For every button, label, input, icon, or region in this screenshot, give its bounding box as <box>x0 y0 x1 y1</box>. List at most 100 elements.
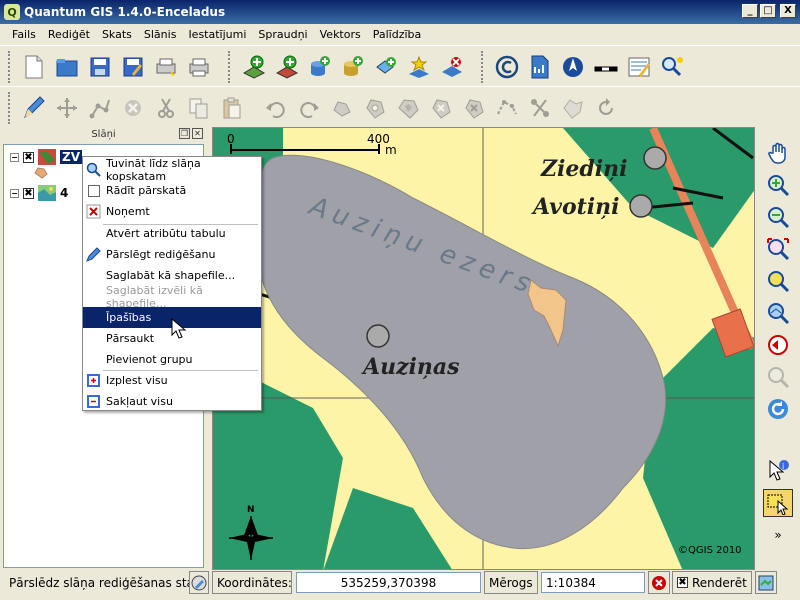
toolbar-grip[interactable] <box>8 50 12 83</box>
map-label-avotini: Avotiņi <box>531 194 620 220</box>
merge-features-icon <box>558 93 588 123</box>
layer-name[interactable]: ZV <box>60 150 82 164</box>
dock-close-icon[interactable]: ✕ <box>192 128 203 139</box>
close-button[interactable]: X <box>780 4 796 18</box>
menu-plugins[interactable]: Spraudņi <box>252 28 313 41</box>
menu-item-collapse-all[interactable]: Sakļaut visu <box>83 391 261 412</box>
status-message: Pārslēdz slāņa rediģēšanas stat <box>9 576 199 590</box>
menu-item-remove[interactable]: Noņemt <box>83 201 261 222</box>
zoom-last-icon[interactable] <box>763 331 793 359</box>
zoom-out-icon[interactable] <box>763 203 793 231</box>
add-wms-layer-icon[interactable] <box>371 52 401 82</box>
menu-help[interactable]: Palīdzība <box>367 28 428 41</box>
stop-render-icon[interactable] <box>648 571 670 594</box>
menu-vector[interactable]: Vektors <box>314 28 367 41</box>
menu-item-add-group[interactable]: Pievienot grupu <box>83 349 261 370</box>
copy-features-icon <box>184 93 214 123</box>
open-project-icon[interactable] <box>52 52 82 82</box>
add-raster-layer-icon[interactable] <box>239 52 269 82</box>
print-icon[interactable] <box>184 52 214 82</box>
map-render[interactable]: 0 400 m Ziediņi Avotiņi Auziņu ezers Auz… <box>213 128 755 570</box>
copyright-label-icon[interactable] <box>492 52 522 82</box>
menu-item-expand-all[interactable]: Izplest visu <box>83 370 261 391</box>
node-tool-icon <box>85 93 115 123</box>
collapse-icon[interactable]: − <box>10 152 19 162</box>
save-project-icon[interactable] <box>85 52 115 82</box>
zoom-to-selection-icon[interactable] <box>763 267 793 295</box>
menu-item-zoom-to-layer[interactable]: Tuvināt līdz slāņa kopskatam <box>83 156 261 183</box>
toolbar-grip[interactable] <box>8 91 12 124</box>
menu-settings[interactable]: Iestatījumi <box>182 28 252 41</box>
scalebar-unit-label: m <box>385 143 397 157</box>
add-postgis-layer-icon[interactable] <box>305 52 335 82</box>
remove-icon <box>86 204 101 219</box>
menu-item-toggle-editing[interactable]: Pārslēgt rediģēšanu <box>83 244 261 265</box>
scale-field[interactable]: 1:10384 <box>541 572 645 593</box>
menu-item-label: Noņemt <box>106 205 150 218</box>
coordinates-field[interactable]: 535259,370398 <box>296 572 481 593</box>
reshape-features-icon <box>492 93 522 123</box>
refresh-icon[interactable] <box>763 395 793 423</box>
toolbar-grip[interactable] <box>228 50 232 83</box>
layer-item-4[interactable]: − ✖ 4 <box>10 185 68 201</box>
menu-file[interactable]: Fails <box>6 28 42 41</box>
menu-item-open-attribute-table[interactable]: Atvērt atribūtu tabulu <box>83 223 261 244</box>
add-spatialite-layer-icon[interactable] <box>338 52 368 82</box>
menu-item-label: Tuvināt līdz slāņa kopskatam <box>106 156 201 183</box>
layer-name[interactable]: 4 <box>60 186 68 200</box>
toggle-editing-icon[interactable] <box>19 93 49 123</box>
map-layout-icon[interactable] <box>525 52 555 82</box>
add-raster-icon[interactable] <box>272 52 302 82</box>
rotate-point-icon <box>591 93 621 123</box>
save-as-icon[interactable] <box>118 52 148 82</box>
north-arrow-icon[interactable] <box>558 52 588 82</box>
scale-bar-icon[interactable] <box>591 52 621 82</box>
edit-layout-icon[interactable] <box>624 52 654 82</box>
layer-visibility-checkbox[interactable]: ✖ <box>23 151 34 163</box>
collapse-icon[interactable]: − <box>10 188 19 198</box>
zoom-to-layer-icon[interactable] <box>763 299 793 327</box>
layer-visibility-checkbox[interactable]: ✖ <box>23 187 34 199</box>
render-toggle[interactable]: ✖ Renderēt <box>672 571 752 594</box>
map-navigation-toolbar: i » <box>756 127 800 570</box>
toolbar-grip[interactable] <box>481 50 485 83</box>
new-project-icon[interactable] <box>19 52 49 82</box>
menu-layer[interactable]: Slānis <box>138 28 183 41</box>
north-label: N <box>247 505 255 515</box>
copyright-label: ©QGIS 2010 <box>678 545 742 556</box>
delete-part-icon <box>459 93 489 123</box>
map-canvas[interactable]: 0 400 m Ziediņi Avotiņi Auziņu ezers Auz… <box>212 127 755 570</box>
maximize-button[interactable]: □ <box>760 4 776 18</box>
zoom-in-icon[interactable] <box>763 171 793 199</box>
menu-view[interactable]: Skats <box>96 28 138 41</box>
redo-icon <box>294 93 324 123</box>
dock-float-icon[interactable]: ❐ <box>179 128 190 139</box>
overview-checkbox-icon[interactable] <box>86 183 101 198</box>
pan-icon[interactable] <box>763 139 793 167</box>
raster-layer-icon <box>38 185 56 201</box>
mouse-cursor-icon <box>171 318 187 339</box>
layer-item-zv[interactable]: − ✖ ZV <box>10 149 82 165</box>
identify-features-icon[interactable]: i <box>763 457 793 485</box>
remove-layer-icon[interactable] <box>437 52 467 82</box>
minimize-button[interactable]: _ <box>742 4 758 18</box>
print-composer-icon[interactable] <box>151 52 181 82</box>
render-checkbox[interactable]: ✖ <box>677 577 688 588</box>
menu-edit[interactable]: Rediģēt <box>42 28 96 41</box>
projection-icon[interactable] <box>755 571 777 594</box>
zoom-full-icon[interactable] <box>763 235 793 263</box>
polygon-symbol-icon <box>34 167 48 179</box>
toolbar-overflow-icon[interactable]: » <box>763 521 793 549</box>
menu-item-label: Pārsaukt <box>106 332 155 345</box>
pencil-icon <box>86 247 101 262</box>
layer-symbol <box>34 167 48 179</box>
new-vector-layer-icon[interactable] <box>404 52 434 82</box>
map-label-ziedini: Ziediņi <box>540 156 628 182</box>
add-island-icon <box>393 93 423 123</box>
menu-item-label: Pievienot grupu <box>106 353 193 366</box>
status-toggle-editing-icon[interactable] <box>189 571 209 594</box>
search-plugin-icon[interactable] <box>657 52 687 82</box>
menu-item-show-in-overview[interactable]: Rādīt pārskatā <box>83 180 261 201</box>
menu-bar: Fails Rediģēt Skats Slānis Iestatījumi S… <box>0 24 800 44</box>
select-features-icon[interactable] <box>763 489 793 517</box>
